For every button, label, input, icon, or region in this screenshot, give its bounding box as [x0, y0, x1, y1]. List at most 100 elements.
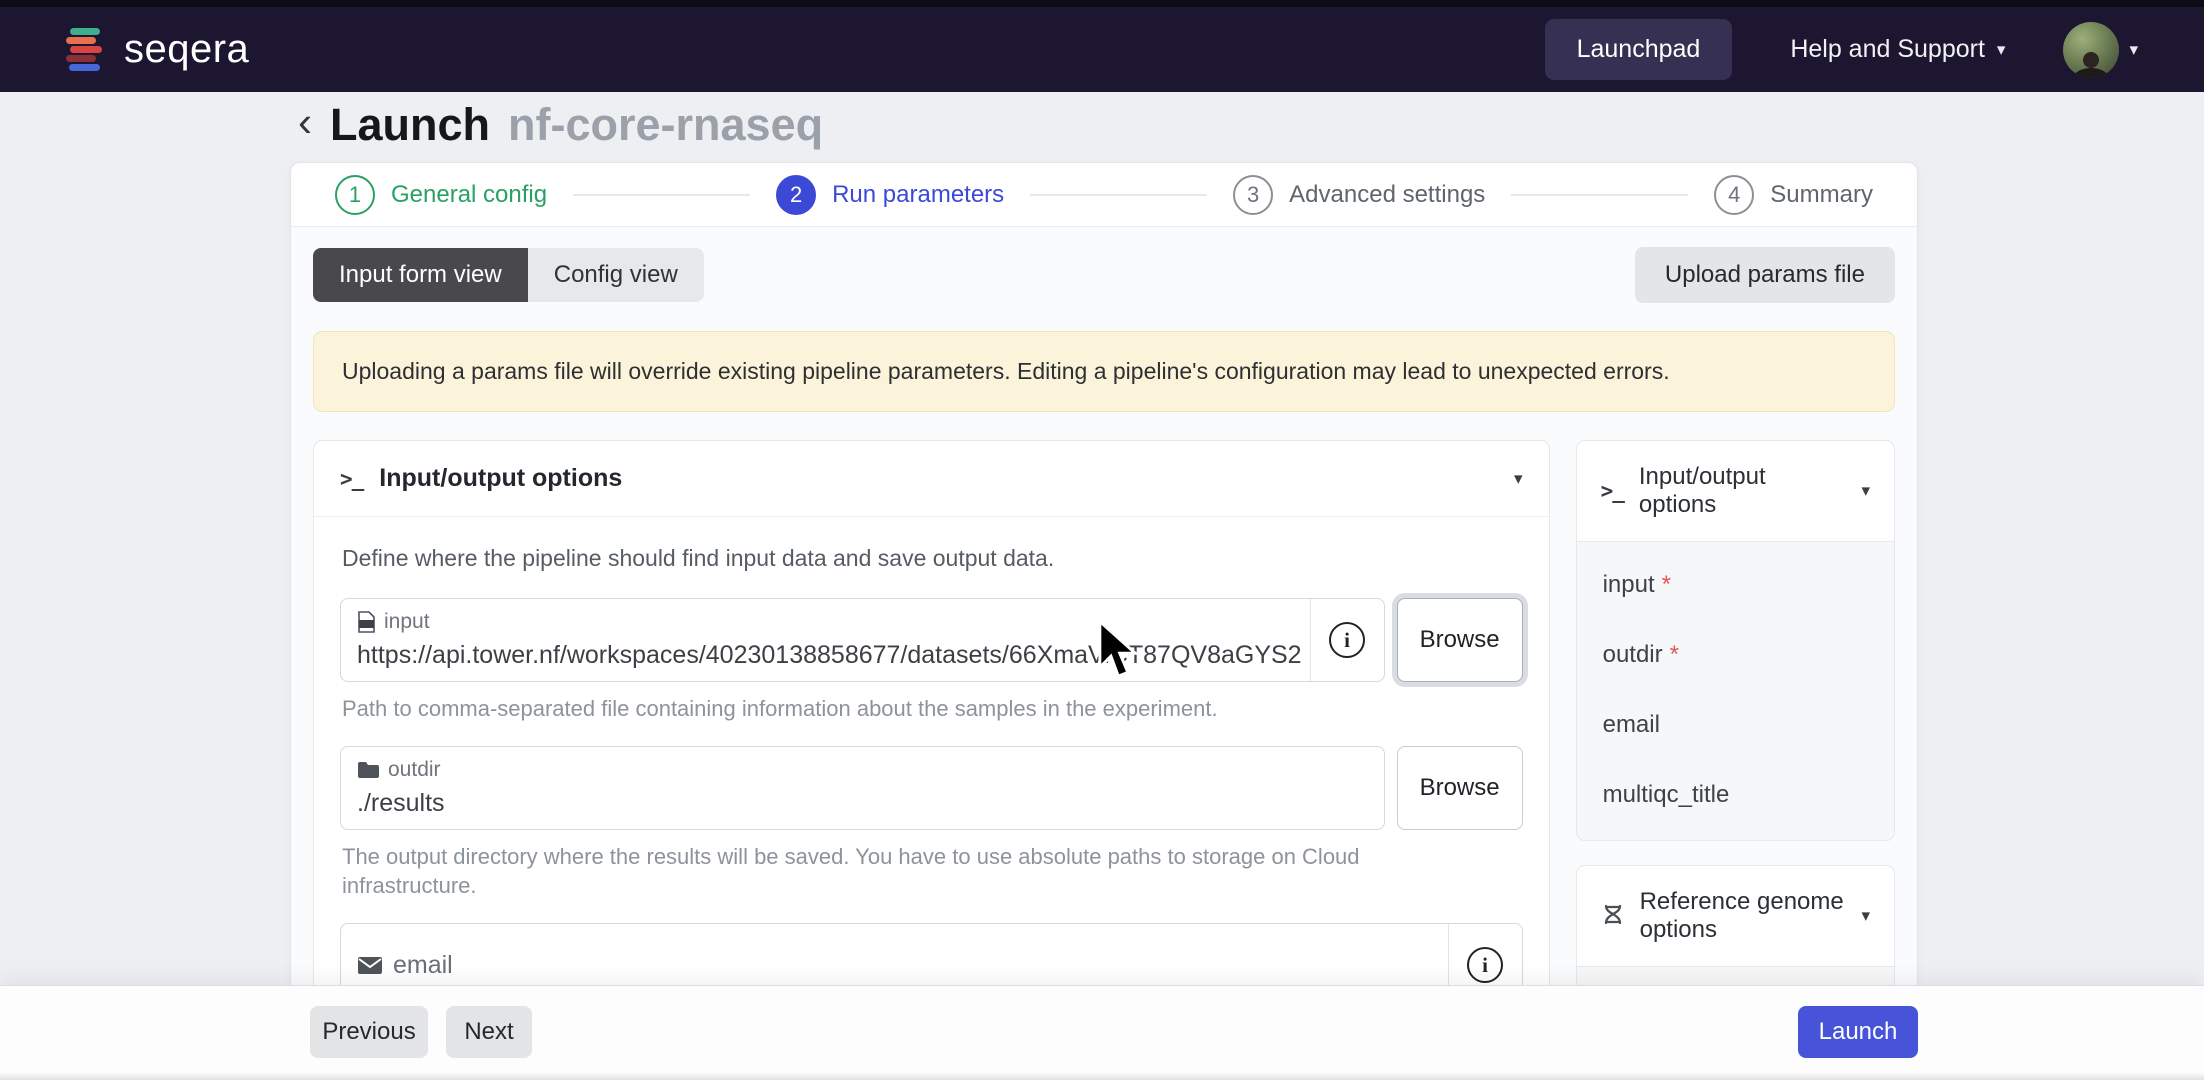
launch-form-card: 1 General config 2 Run parameters 3 Adva… [290, 162, 1918, 986]
app-viewport: seqera Launchpad Help and Support ▾ ▾ ‹ … [0, 0, 2204, 1080]
top-navbar: seqera Launchpad Help and Support ▾ ▾ [0, 0, 2204, 92]
user-menu[interactable]: ▾ [2063, 22, 2138, 78]
step-connector [1030, 194, 1207, 196]
outdir-field-row: outdir ./results Browse [340, 746, 1523, 830]
page-title-pipeline: nf-core-rnaseq [508, 99, 823, 151]
email-field-label: email [393, 951, 453, 980]
step-number: 4 [1714, 175, 1754, 215]
sidebar-item-multiqc-title[interactable]: multiqc_title [1577, 760, 1894, 830]
io-options-body: Define where the pipeline should find in… [314, 517, 1549, 986]
step-run-parameters[interactable]: 2 Run parameters [776, 175, 1004, 215]
previous-button[interactable]: Previous [310, 1006, 428, 1058]
info-icon: i [1329, 622, 1365, 658]
email-field-row: email i [340, 923, 1523, 986]
section-title: Input/output options [379, 464, 622, 493]
sidebar-item-label: input [1603, 571, 1655, 598]
step-number: 2 [776, 175, 816, 215]
sidebar-io-options: >_ Input/output options ▾ input * outdir * [1576, 440, 1895, 841]
sidebar-item-input[interactable]: input * [1577, 550, 1894, 620]
view-toggle: Input form view Config view [313, 248, 704, 302]
chevron-down-icon: ▾ [1514, 469, 1523, 489]
sidebar-genome-items: genome fasta gtf [1577, 967, 1894, 986]
avatar [2063, 22, 2119, 78]
outdir-field-label: outdir [388, 758, 441, 782]
io-options-section-header[interactable]: >_ Input/output options ▾ [314, 441, 1549, 517]
sidebar-item-email[interactable]: email [1577, 690, 1894, 760]
step-connector [1511, 194, 1688, 196]
step-label: Summary [1770, 181, 1873, 209]
tab-config-view[interactable]: Config view [528, 248, 704, 302]
dna-icon [1601, 903, 1625, 929]
sidebar-section-title: Reference genome options [1640, 888, 1847, 944]
input-field-main[interactable]: input https://api.tower.nf/workspaces/40… [341, 599, 1310, 681]
terminal-icon: >_ [340, 467, 363, 491]
step-label: Run parameters [832, 181, 1004, 209]
required-marker: * [1670, 641, 1679, 668]
page-title-action: Launch [330, 99, 490, 151]
sidebar-io-options-header[interactable]: >_ Input/output options ▾ [1577, 441, 1894, 542]
seqera-brand[interactable]: seqera [60, 24, 249, 76]
sidebar-section-title: Input/output options [1639, 463, 1847, 519]
view-toggle-row: Input form view Config view Upload param… [313, 247, 1895, 303]
input-browse-button[interactable]: Browse [1397, 598, 1523, 682]
terminal-icon: >_ [1601, 479, 1624, 503]
navbar-right: Launchpad Help and Support ▾ ▾ [1545, 19, 2138, 80]
email-field-main[interactable]: email [341, 924, 1448, 986]
avatar-silhouette-icon [2069, 52, 2113, 78]
sidebar-io-items: input * outdir * email multiqc_title [1577, 542, 1894, 840]
sidebar-genome-options-header[interactable]: Reference genome options ▾ [1577, 866, 1894, 967]
content-columns: >_ Input/output options ▾ Define where t… [313, 440, 1895, 986]
card-inner: Input form view Config view Upload param… [291, 247, 1917, 986]
io-options-section: >_ Input/output options ▾ Define where t… [313, 440, 1550, 986]
wizard-stepper: 1 General config 2 Run parameters 3 Adva… [291, 163, 1917, 227]
required-marker: * [1662, 571, 1671, 598]
sidebar-item-label: email [1603, 711, 1660, 738]
sidebar-genome-options: Reference genome options ▾ genome fasta [1576, 865, 1895, 986]
section-description: Define where the pipeline should find in… [342, 545, 1523, 572]
outdir-field[interactable]: outdir ./results [340, 746, 1385, 830]
step-summary[interactable]: 4 Summary [1714, 175, 1873, 215]
email-info-button[interactable]: i [1448, 924, 1522, 986]
sidebar-item-label: multiqc_title [1603, 781, 1730, 808]
help-support-menu[interactable]: Help and Support ▾ [1790, 35, 2005, 64]
input-field[interactable]: input https://api.tower.nf/workspaces/40… [340, 598, 1385, 682]
page-title: ‹ Launch nf-core-rnaseq [298, 99, 823, 151]
chevron-down-icon: ▾ [1997, 41, 2006, 58]
input-field-row: input https://api.tower.nf/workspaces/40… [340, 598, 1523, 682]
params-outline-sidebar: >_ Input/output options ▾ input * outdir * [1576, 440, 1895, 986]
help-support-label: Help and Support [1790, 35, 1985, 64]
warning-banner-text: Uploading a params file will override ex… [342, 358, 1670, 384]
brand-name: seqera [124, 27, 249, 72]
seqera-logo-icon [60, 24, 108, 76]
tab-input-form-view[interactable]: Input form view [313, 248, 528, 302]
launch-button[interactable]: Launch [1798, 1006, 1918, 1058]
outdir-browse-button[interactable]: Browse [1397, 746, 1523, 830]
outdir-field-main[interactable]: outdir ./results [341, 747, 1384, 829]
back-icon[interactable]: ‹ [298, 101, 312, 149]
email-field[interactable]: email i [340, 923, 1523, 986]
input-field-value: https://api.tower.nf/workspaces/40230138… [357, 641, 1302, 670]
step-connector [573, 194, 750, 196]
wizard-footer: Previous Next Launch [0, 985, 2204, 1080]
chevron-down-icon: ▾ [1861, 906, 1870, 926]
step-label: General config [391, 181, 547, 209]
input-field-label-line: input [357, 610, 1302, 634]
input-field-help: Path to comma-separated file containing … [342, 694, 1422, 724]
sidebar-item-outdir[interactable]: outdir * [1577, 620, 1894, 690]
step-general-config[interactable]: 1 General config [335, 175, 547, 215]
step-number: 3 [1233, 175, 1273, 215]
launchpad-button[interactable]: Launchpad [1545, 19, 1733, 80]
chevron-down-icon: ▾ [1861, 481, 1870, 501]
step-label: Advanced settings [1289, 181, 1485, 209]
step-number: 1 [335, 175, 375, 215]
upload-params-file-button[interactable]: Upload params file [1635, 247, 1895, 303]
outdir-field-label-line: outdir [357, 758, 1376, 782]
warning-banner: Uploading a params file will override ex… [313, 331, 1895, 412]
sidebar-item-label: outdir [1603, 641, 1663, 668]
csv-file-icon [357, 611, 376, 634]
folder-icon [357, 761, 380, 779]
next-button[interactable]: Next [446, 1006, 532, 1058]
outdir-field-help: The output directory where the results w… [342, 842, 1422, 901]
step-advanced-settings[interactable]: 3 Advanced settings [1233, 175, 1485, 215]
input-info-button[interactable]: i [1310, 599, 1384, 681]
